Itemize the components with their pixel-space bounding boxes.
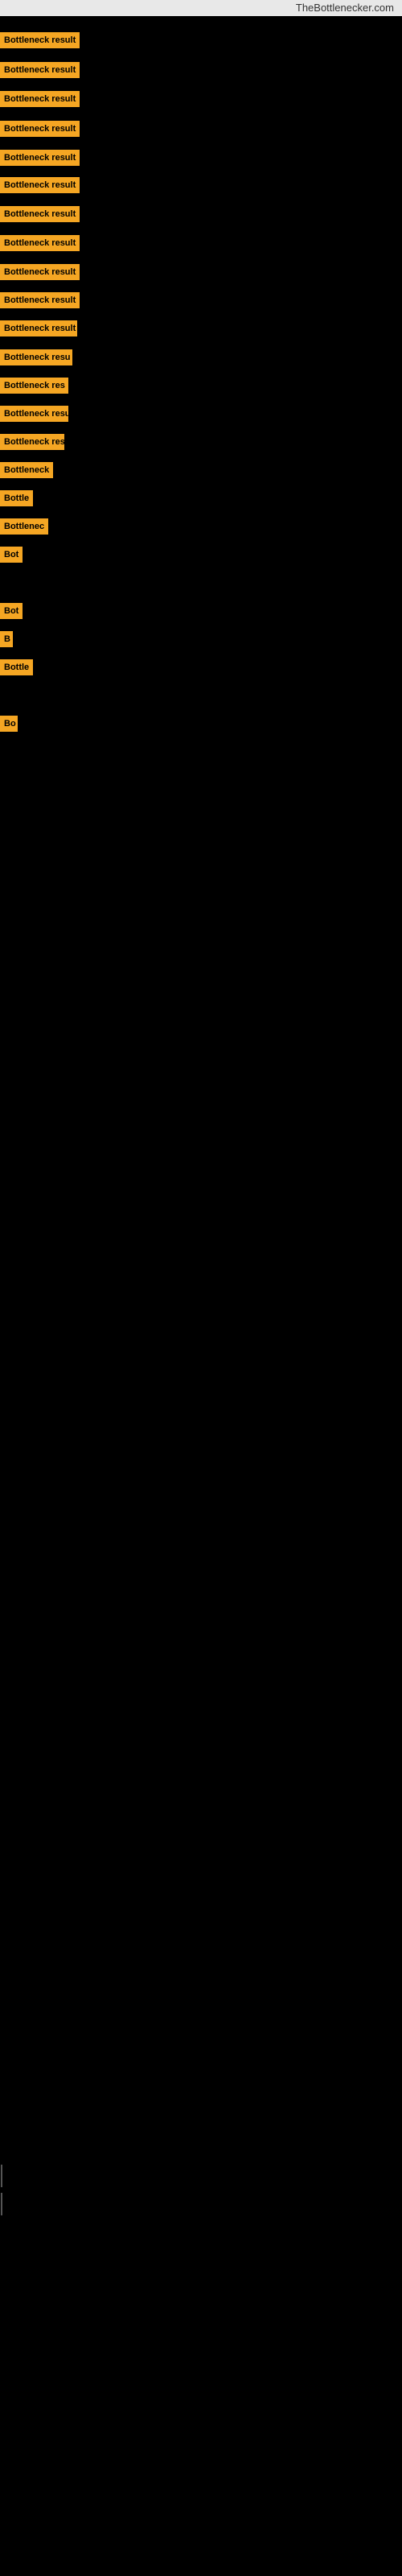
vertical-line <box>1 2165 2 2187</box>
bottleneck-badge[interactable]: Bot <box>0 547 23 563</box>
bottleneck-badge[interactable]: Bottleneck result <box>0 121 80 137</box>
bottleneck-badge[interactable]: B <box>0 631 13 647</box>
bottleneck-badge[interactable]: Bottleneck result <box>0 177 80 193</box>
bottleneck-badge[interactable]: Bottleneck result <box>0 206 80 222</box>
bottleneck-badge[interactable]: Bottleneck res <box>0 434 64 450</box>
bottleneck-badge[interactable]: Bottleneck resu <box>0 349 72 365</box>
bottleneck-badge[interactable]: Bottle <box>0 490 33 506</box>
bottleneck-badge[interactable]: Bottleneck result <box>0 62 80 78</box>
bottleneck-badge[interactable]: Bottlenec <box>0 518 48 535</box>
bottleneck-badge[interactable]: Bottleneck resu <box>0 406 68 422</box>
vertical-line <box>1 2193 2 2215</box>
bottleneck-badge[interactable]: Bo <box>0 716 18 732</box>
bottleneck-badge[interactable]: Bottleneck result <box>0 292 80 308</box>
bottleneck-badge[interactable]: Bottleneck result <box>0 320 77 336</box>
bottleneck-badge[interactable]: Bottleneck <box>0 462 53 478</box>
bottleneck-badge[interactable]: Bottleneck res <box>0 378 68 394</box>
bottleneck-badge[interactable]: Bottleneck result <box>0 264 80 280</box>
bottleneck-badge[interactable]: Bottleneck result <box>0 91 80 107</box>
site-title: TheBottlenecker.com <box>296 2 394 14</box>
bottleneck-badge[interactable]: Bottle <box>0 659 33 675</box>
bottleneck-badge[interactable]: Bot <box>0 603 23 619</box>
bottleneck-badge[interactable]: Bottleneck result <box>0 235 80 251</box>
bottleneck-badge[interactable]: Bottleneck result <box>0 32 80 48</box>
bottleneck-badge[interactable]: Bottleneck result <box>0 150 80 166</box>
